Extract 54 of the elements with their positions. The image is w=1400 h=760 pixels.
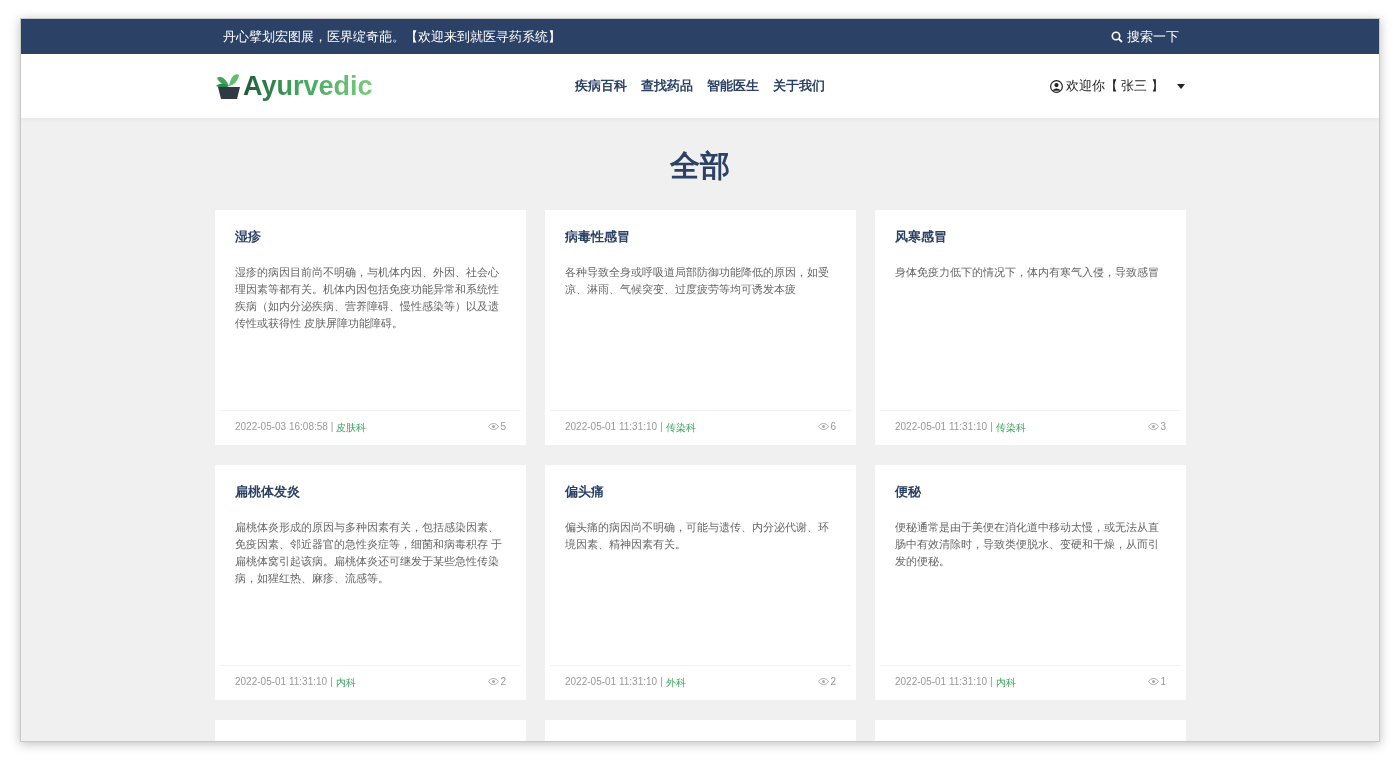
card-date: 2022-05-01 11:31:10 bbox=[235, 676, 328, 689]
eye-icon bbox=[488, 422, 500, 430]
disease-card[interactable]: 扁桃体发炎 扁桃体炎形成的原因与多种因素有关，包括感染因素、免疫因素、邻近器官的急性炎症等，细菌和病毒积存 于扁桃体窝引起该病。扁桃体炎还可继发于某些急性传染病，如猩红热、麻疹、流感等。 2022-05-01 11:31:10 | 内科 2 bbox=[215, 465, 526, 700]
card-description: 身体免疫力低下的情况下，体内有寒气入侵，导致感冒 bbox=[895, 265, 1160, 280]
slogan-text: 丹心擘划宏图展，医界绽奇葩。【欢迎来到就医寻药系统】 bbox=[223, 27, 561, 46]
eye-icon bbox=[488, 677, 500, 685]
card-title: 便秘 bbox=[895, 483, 922, 501]
card-description: 湿疹的病因目前尚不明确，与机体内因、外因、社会心理因素等都有关。机体内因包括免疫功能异常和系统性疾病（如内分泌疾病、营养障碍、慢性感染等）以及遗传性或获得性 皮肤屏障功能障碍。 bbox=[235, 265, 500, 331]
card-title: 扁桃体发炎 bbox=[235, 483, 301, 501]
view-count: 5 bbox=[500, 420, 506, 432]
view-count: 1 bbox=[1160, 675, 1166, 687]
card-description: 便秘通常是由于美便在消化道中移动太慢，或无法从直肠中有效清除时，导致类便脱水、变硬和干燥，从而引发的便秘。 bbox=[895, 520, 1160, 569]
eye-icon bbox=[818, 677, 830, 685]
search-icon bbox=[1111, 30, 1123, 43]
separator: | bbox=[330, 676, 333, 689]
view-count: 6 bbox=[830, 420, 836, 432]
disease-card[interactable]: 便秘 便秘通常是由于美便在消化道中移动太慢，或无法从直肠中有效清除时，导致类便脱水、变硬和干燥，从而引发的便秘。 2022-05-01 11:31:10 | 内科 1 bbox=[875, 465, 1186, 700]
card-date: 2022-05-01 11:31:10 bbox=[565, 421, 658, 434]
disease-card[interactable]: 湿疹 湿疹的病因目前尚不明确，与机体内因、外因、社会心理因素等都有关。机体内因包括免疫功能异常和系统性疾病（如内分泌疾病、营养障碍、慢性感染等）以及遗传性或获得性 皮肤屏障功能障碍。 2022-05-03 16:08:58 | 皮肤科 5 bbox=[215, 210, 526, 445]
view-count: 3 bbox=[1160, 420, 1166, 432]
eye-icon bbox=[818, 422, 830, 430]
card-title: 偏头痛 bbox=[565, 483, 605, 501]
card-description: 偏头痛的病因尚不明确，可能与遗传、内分泌代谢、环境因素、精神因素有关。 bbox=[565, 520, 830, 552]
card-title: 风寒感冒 bbox=[895, 228, 948, 246]
plant-pot-icon bbox=[215, 72, 243, 100]
search-link[interactable]: 搜索一下 bbox=[1111, 27, 1179, 46]
separator: | bbox=[330, 421, 334, 434]
card-description: 扁桃体炎形成的原因与多种因素有关，包括感染因素、免疫因素、邻近器官的急性炎症等，细菌和病毒积存 于扁桃体窝引起该病。扁桃体炎还可继发于某些急性传染病，如猩红热、麻疹、流感等。 bbox=[235, 520, 504, 586]
separator: | bbox=[660, 421, 663, 434]
card-date: 2022-05-03 16:08:58 bbox=[235, 421, 328, 434]
nav-link[interactable]: 查找药品 bbox=[641, 77, 693, 95]
card-description: 各种导致全身或呼吸道局部防御功能降低的原因，如受凉、淋雨、气候突变、过度疲劳等均可诱发本疲 bbox=[565, 265, 830, 297]
caret-icon bbox=[1177, 83, 1185, 89]
disease-card[interactable]: 病毒性感冒 各种导致全身或呼吸道局部防御功能降低的原因，如受凉、淋雨、气候突变、过度疲劳等均可诱发本疲 2022-05-01 11:31:10 | 传染科 6 bbox=[545, 210, 856, 445]
card-date: 2022-05-01 11:31:10 bbox=[895, 676, 988, 689]
user-icon bbox=[1049, 79, 1063, 93]
card-date: 2022-05-01 11:31:10 bbox=[895, 421, 988, 434]
nav-link[interactable]: 疾病百科 bbox=[575, 77, 627, 95]
nav-link[interactable]: 关于我们 bbox=[773, 77, 825, 95]
card-title: 病毒性感冒 bbox=[565, 228, 631, 246]
nav-link[interactable]: 智能医生 bbox=[707, 77, 759, 95]
separator: | bbox=[990, 421, 993, 434]
view-count: 2 bbox=[500, 675, 506, 687]
card-title: 湿疹 bbox=[235, 228, 262, 246]
separator: | bbox=[990, 676, 993, 689]
view-count: 2 bbox=[830, 675, 836, 687]
separator: | bbox=[660, 676, 663, 689]
disease-card[interactable]: 偏头痛 偏头痛的病因尚不明确，可能与遗传、内分泌代谢、环境因素、精神因素有关。 2022-05-01 11:31:10 | 外科 2 bbox=[545, 465, 856, 700]
page-heading: 全部 bbox=[669, 148, 731, 184]
eye-icon bbox=[1148, 677, 1160, 685]
card-date: 2022-05-01 11:31:10 bbox=[565, 676, 658, 689]
disease-card[interactable]: 风寒感冒 身体免疫力低下的情况下，体内有寒气入侵，导致感冒 2022-05-01 11:31:10 | 传染科 3 bbox=[875, 210, 1186, 445]
eye-icon bbox=[1148, 422, 1160, 430]
user-menu[interactable]: 欢迎你【 张三 】 bbox=[825, 77, 1185, 95]
